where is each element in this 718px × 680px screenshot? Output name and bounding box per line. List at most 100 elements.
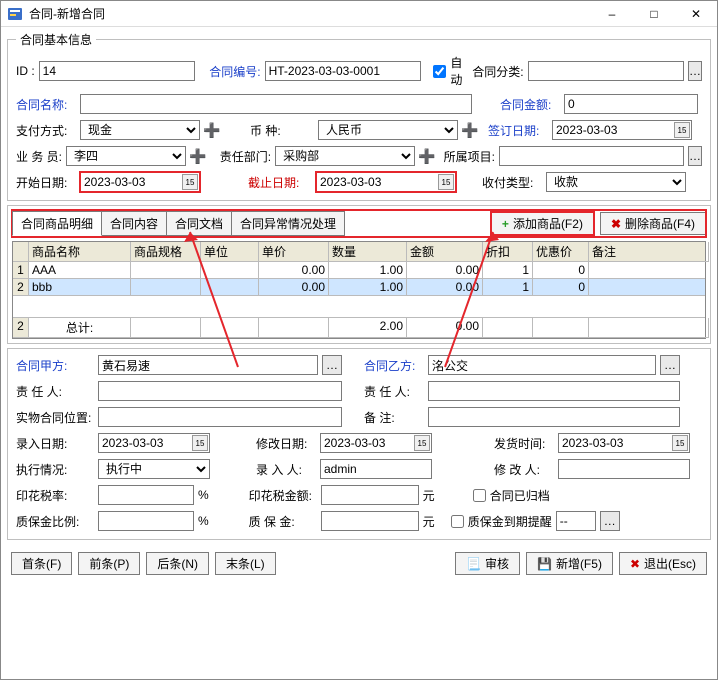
- modifyby-label: 修 改 人:: [494, 461, 554, 478]
- category-lookup-button[interactable]: …: [688, 61, 702, 81]
- rptype-select[interactable]: 收款: [546, 172, 686, 192]
- entryby-field[interactable]: [320, 459, 432, 479]
- window-title: 合同-新增合同: [29, 5, 591, 22]
- audit-button[interactable]: 📃 审核: [455, 552, 520, 575]
- grid-total-row: 2 总计: 2.00 0.00: [13, 318, 705, 338]
- clerk-select[interactable]: 李四: [66, 146, 186, 166]
- entry-date-field[interactable]: 15: [98, 433, 210, 453]
- plus-icon[interactable]: ➕: [204, 122, 220, 138]
- status-select[interactable]: 执行中: [98, 459, 210, 479]
- tab-product-detail[interactable]: 合同商品明细: [12, 211, 102, 236]
- calendar-icon[interactable]: 15: [192, 435, 208, 451]
- project-label: 所属项目:: [444, 148, 495, 165]
- calendar-icon[interactable]: 15: [438, 174, 454, 190]
- currency-label: 币 种:: [250, 122, 314, 139]
- entryby-label: 录 入 人:: [256, 461, 316, 478]
- currency-select[interactable]: 人民币: [318, 120, 458, 140]
- exit-button[interactable]: ✖ 退出(Esc): [619, 552, 707, 575]
- modifyby-field[interactable]: [558, 459, 690, 479]
- dept-select[interactable]: 采购部: [275, 146, 415, 166]
- party-b-lookup-button[interactable]: …: [660, 355, 680, 375]
- amount-label: 合同金额:: [500, 96, 560, 113]
- resp-b-label: 责 任 人:: [364, 383, 424, 400]
- plus-icon[interactable]: ➕: [462, 122, 478, 138]
- tab-content[interactable]: 合同内容: [101, 211, 167, 236]
- pay-select[interactable]: 现金: [80, 120, 200, 140]
- margin-amt-label: 质 保 金:: [249, 513, 317, 530]
- x-icon: ✖: [611, 217, 621, 231]
- resp-a-label: 责 任 人:: [16, 383, 94, 400]
- calendar-icon[interactable]: 15: [674, 122, 690, 138]
- name-field[interactable]: [80, 94, 472, 114]
- exit-icon: ✖: [630, 557, 640, 571]
- resp-a-field[interactable]: [98, 381, 342, 401]
- prev-record-button[interactable]: 前条(P): [78, 552, 140, 575]
- app-icon: [7, 6, 23, 22]
- loc-field[interactable]: [98, 407, 342, 427]
- tab-exception[interactable]: 合同异常情况处理: [231, 211, 345, 236]
- minimize-button[interactable]: –: [591, 1, 633, 27]
- status-label: 执行情况:: [16, 461, 94, 478]
- stamp-icon: 📃: [466, 557, 481, 571]
- calendar-icon[interactable]: 15: [182, 174, 198, 190]
- remind-checkbox[interactable]: 质保金到期提醒: [451, 513, 552, 530]
- signdate-field[interactable]: 15: [552, 120, 692, 140]
- code-field[interactable]: [265, 61, 421, 81]
- party-a-field[interactable]: [98, 355, 318, 375]
- start-date-field[interactable]: 15: [80, 172, 200, 192]
- plus-icon[interactable]: ➕: [190, 148, 206, 164]
- delete-product-button[interactable]: ✖ 删除商品(F4): [600, 212, 706, 235]
- new-button[interactable]: 💾 新增(F5): [526, 552, 613, 575]
- next-record-button[interactable]: 后条(N): [146, 552, 209, 575]
- end-date-field[interactable]: 15: [316, 172, 456, 192]
- remind-value-field[interactable]: [556, 511, 596, 531]
- ship-date-label: 发货时间:: [494, 435, 554, 452]
- modify-date-label: 修改日期:: [256, 435, 316, 452]
- basic-info-group: 合同基本信息 ID : 合同编号: 自动 合同分类: … 合同名称: 合同金额:…: [7, 31, 711, 201]
- remark-field[interactable]: [428, 407, 680, 427]
- basic-info-legend: 合同基本信息: [16, 31, 96, 48]
- category-field[interactable]: [528, 61, 684, 81]
- id-field[interactable]: [39, 61, 195, 81]
- calendar-icon[interactable]: 15: [414, 435, 430, 451]
- taxrate-field[interactable]: [98, 485, 194, 505]
- margin-ratio-field[interactable]: [98, 511, 194, 531]
- table-row[interactable]: 2 bbb 0.00 1.000.00 10: [13, 279, 705, 296]
- party-a-label: 合同甲方:: [16, 357, 94, 374]
- pay-label: 支付方式:: [16, 122, 76, 139]
- maximize-button[interactable]: □: [633, 1, 675, 27]
- first-record-button[interactable]: 首条(F): [11, 552, 72, 575]
- category-label: 合同分类:: [472, 63, 523, 80]
- start-label: 开始日期:: [16, 174, 76, 191]
- plus-icon: +: [502, 217, 509, 231]
- resp-b-field[interactable]: [428, 381, 680, 401]
- margin-amt-field[interactable]: [321, 511, 419, 531]
- table-row[interactable]: 1 AAA 0.00 1.000.00 10: [13, 262, 705, 279]
- party-b-field[interactable]: [428, 355, 656, 375]
- save-icon: 💾: [537, 557, 552, 571]
- rptype-label: 收付类型:: [482, 174, 542, 191]
- taxamt-field[interactable]: [321, 485, 419, 505]
- taxamt-label: 印花税金额:: [249, 487, 317, 504]
- modify-date-field[interactable]: 15: [320, 433, 432, 453]
- id-label: ID :: [16, 64, 35, 78]
- calendar-icon[interactable]: 15: [672, 435, 688, 451]
- amount-field[interactable]: [564, 94, 698, 114]
- archived-checkbox[interactable]: 合同已归档: [473, 487, 550, 504]
- party-a-lookup-button[interactable]: …: [322, 355, 342, 375]
- tab-docs[interactable]: 合同文档: [166, 211, 232, 236]
- project-lookup-button[interactable]: …: [688, 146, 702, 166]
- add-product-button[interactable]: + 添加商品(F2): [491, 212, 594, 235]
- code-label: 合同编号:: [209, 63, 260, 80]
- product-grid[interactable]: 商品名称 商品规格 单位 单价 数量 金额 折扣 优惠价 备注 1 AAA 0.…: [12, 241, 706, 339]
- last-record-button[interactable]: 末条(L): [215, 552, 276, 575]
- plus-icon[interactable]: ➕: [419, 148, 435, 164]
- remind-lookup-button[interactable]: …: [600, 511, 620, 531]
- auto-checkbox[interactable]: 自动: [433, 54, 462, 88]
- ship-date-field[interactable]: 15: [558, 433, 690, 453]
- margin-ratio-label: 质保金比例:: [16, 513, 94, 530]
- project-field[interactable]: [499, 146, 684, 166]
- grid-header: 商品名称 商品规格 单位 单价 数量 金额 折扣 优惠价 备注: [13, 242, 705, 262]
- remark-label: 备 注:: [364, 409, 424, 426]
- close-button[interactable]: ✕: [675, 1, 717, 27]
